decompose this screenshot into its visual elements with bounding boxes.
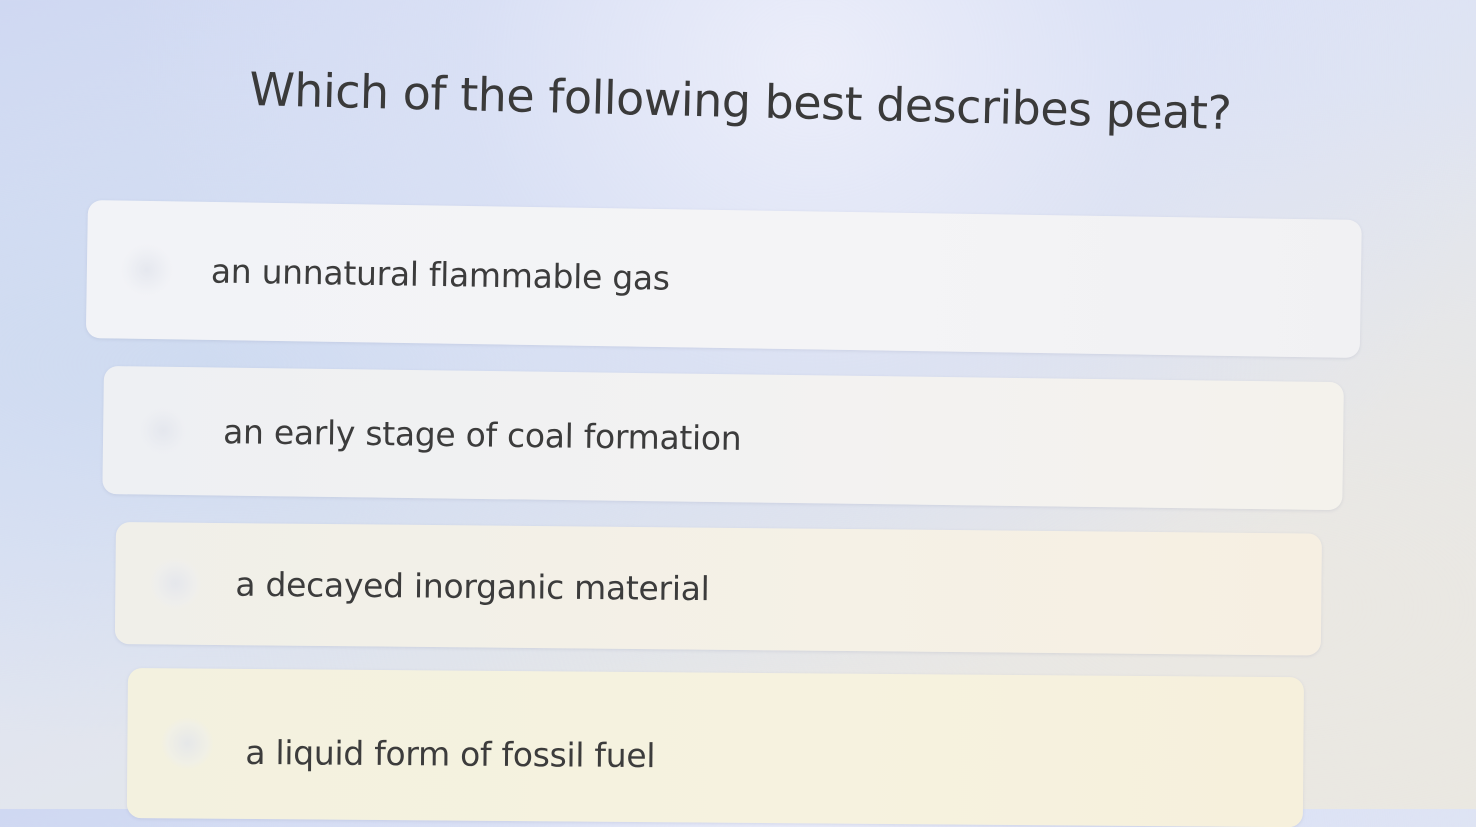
answer-option[interactable]: a decayed inorganic material [114, 522, 1322, 656]
answer-option-label: an unnatural flammable gas [210, 251, 671, 298]
answer-option[interactable]: an early stage of coal formation [102, 366, 1344, 511]
answer-options: an unnatural flammable gas an early stag… [0, 0, 1476, 827]
radio-button[interactable] [136, 404, 190, 458]
answer-option[interactable]: an unnatural flammable gas [85, 200, 1362, 358]
quiz-screen: Which of the following best describes pe… [0, 0, 1476, 827]
radio-button[interactable] [120, 243, 174, 297]
answer-option[interactable]: a liquid form of fossil fuel [126, 668, 1304, 827]
answer-option-label: a liquid form of fossil fuel [245, 732, 656, 776]
answer-option-label: a decayed inorganic material [235, 564, 710, 609]
radio-button[interactable] [149, 557, 202, 610]
answer-option-label: an early stage of coal formation [222, 412, 742, 458]
radio-button[interactable] [161, 717, 214, 770]
